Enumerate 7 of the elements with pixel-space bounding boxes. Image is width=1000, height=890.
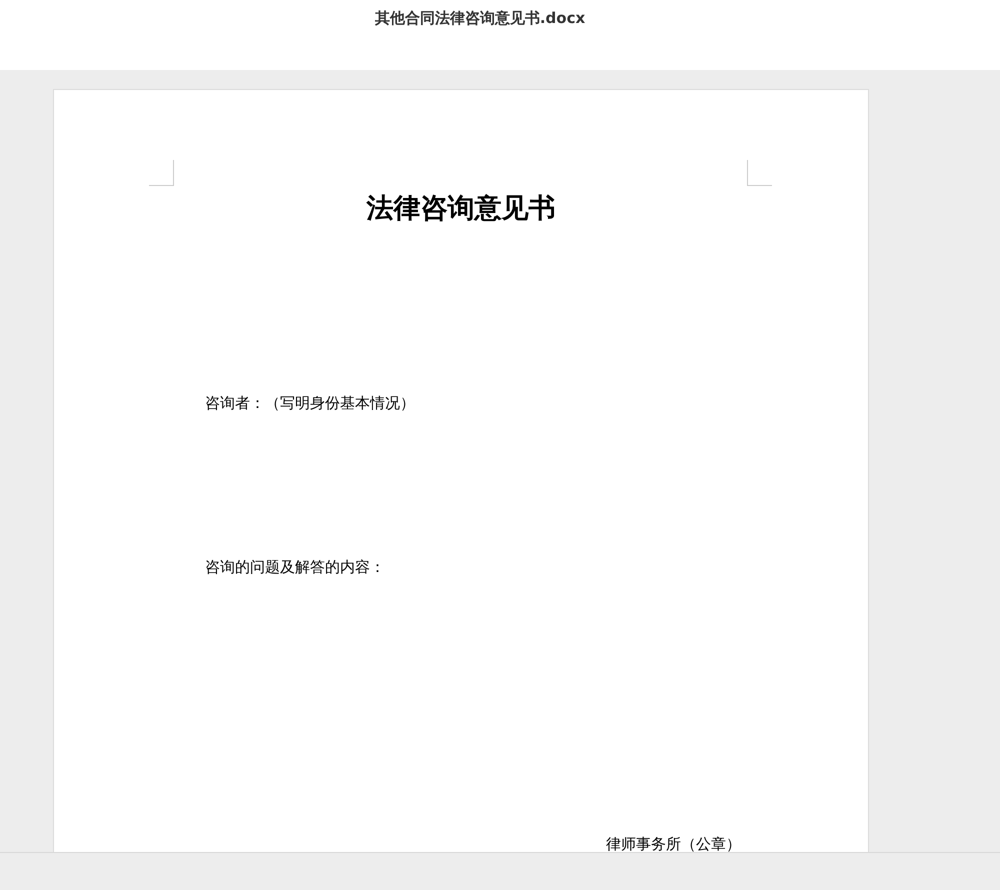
paragraph: 咨询者：（写明身份基本情况） — [204, 394, 416, 413]
document-title: 法律咨询意见书 — [365, 192, 556, 226]
file-title: 其他合同法律咨询意见书.docx — [374, 9, 586, 29]
paragraph: 咨询的问题及解答的内容： — [204, 558, 386, 577]
margin-corner-mark — [149, 160, 174, 186]
signature-line: 律师事务所（公章） — [606, 835, 742, 854]
margin-corner-mark — [747, 160, 772, 186]
